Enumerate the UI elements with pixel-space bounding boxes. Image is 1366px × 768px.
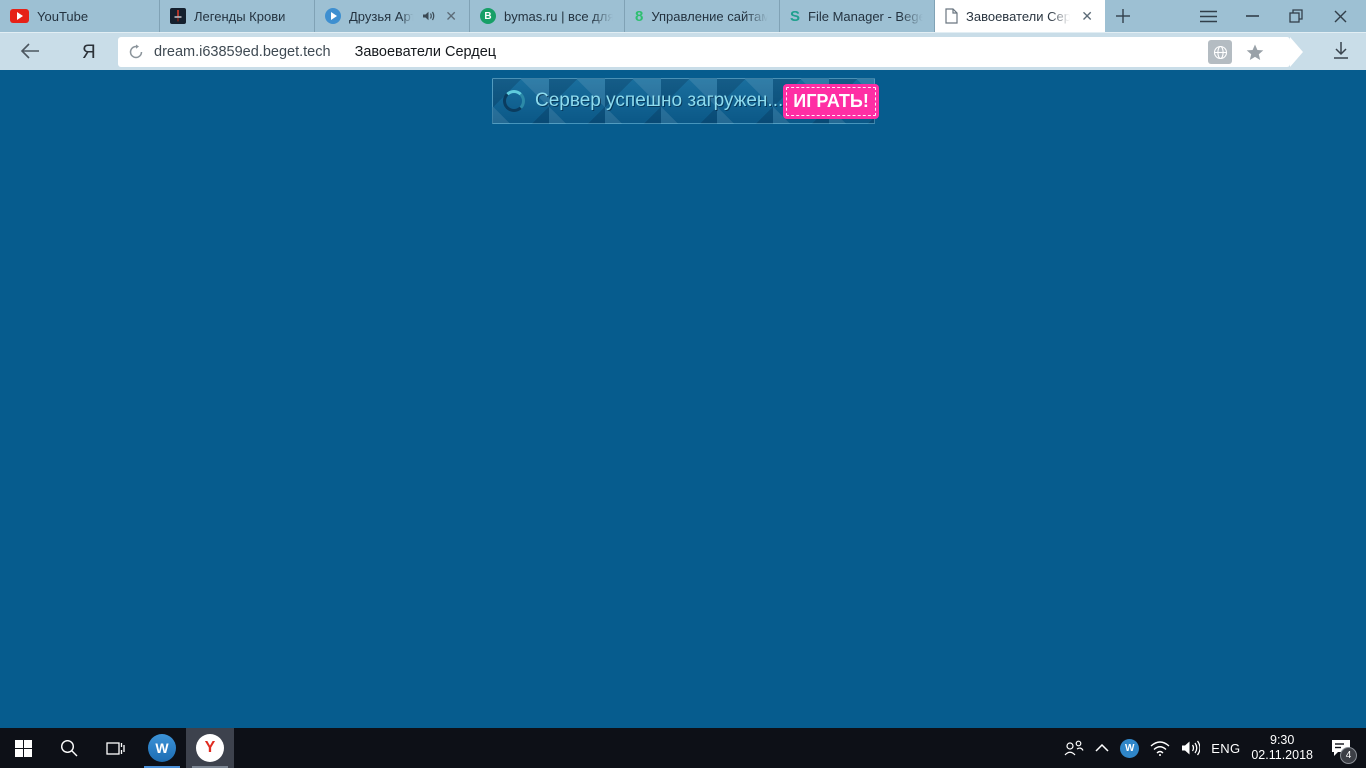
wifi-icon[interactable] [1150,741,1170,756]
youtube-icon [10,9,29,23]
site-mode-globe-icon[interactable] [1208,40,1232,64]
minimize-button[interactable] [1230,0,1274,32]
windscribe-icon: W [148,734,176,762]
beget-8-icon: 8 [635,9,643,24]
volume-icon[interactable] [1181,740,1200,756]
browser-tab-strip: YouTube Легенды Крови Друзья Артём ✕ B b… [0,0,1366,32]
taskbar-tray: W ENG 9:30 02.11.2018 4 [1064,728,1366,768]
tab-druzya-artem[interactable]: Друзья Артём ✕ [315,0,470,32]
refresh-icon[interactable] [128,44,144,60]
sword-icon [170,8,186,24]
taskbar-app-yandex-browser[interactable]: Y [186,728,234,768]
server-status-banner: Сервер успешно загружен... ИГРАТЬ! [492,78,875,124]
bookmark-star-icon[interactable] [1246,44,1264,61]
people-icon[interactable] [1064,740,1084,756]
clock-time: 9:30 [1251,733,1313,748]
tab-legendy-krovi[interactable]: Легенды Крови [160,0,315,32]
tab-zavoevateli-serdets-active[interactable]: Завоеватели Сер ✕ [935,0,1105,32]
tab-file-manager[interactable]: S File Manager - Bege [780,0,935,32]
tab-audio-speaker-icon[interactable] [422,10,435,22]
tab-label: File Manager - Bege [808,9,924,24]
address-bar-actions [1208,40,1280,64]
tab-label: Легенды Крови [194,9,304,24]
windscribe-tray-icon[interactable]: W [1120,739,1139,758]
server-status-text: Сервер успешно загружен... [535,90,783,112]
tab-close-icon[interactable]: ✕ [1079,8,1095,24]
downloads-icon[interactable] [1332,41,1350,61]
new-tab-button[interactable] [1105,0,1141,32]
bymas-b-icon: B [480,8,496,24]
browser-toolbar: Я dream.i63859ed.beget.tech Завоеватели … [0,32,1366,70]
video-play-icon [325,8,341,24]
tab-label: Завоеватели Сер [966,9,1071,24]
restore-button[interactable] [1274,0,1318,32]
windows-taskbar: W Y W ENG 9:30 02.11.2018 4 [0,728,1366,768]
url-text: dream.i63859ed.beget.tech [154,44,331,60]
tab-label: Друзья Артём [349,9,414,24]
browser-menu-icon[interactable] [1186,0,1230,32]
start-button[interactable] [0,728,46,768]
web-page-content: Сервер успешно загружен... ИГРАТЬ! [0,70,1366,728]
yandex-logo[interactable]: Я [82,42,96,64]
tab-label: Управление сайтам [651,9,769,24]
tab-youtube[interactable]: YouTube [0,0,160,32]
tab-close-icon[interactable]: ✕ [443,8,459,24]
taskbar-app-windscribe[interactable]: W [138,728,186,768]
sprut-s-icon: S [790,9,800,24]
page-document-icon [945,8,958,24]
task-view-icon[interactable] [92,728,138,768]
page-title: Завоеватели Сердец [355,44,497,60]
notification-count-badge: 4 [1340,747,1357,764]
tray-expand-chevron-icon[interactable] [1095,744,1109,752]
language-indicator[interactable]: ENG [1211,741,1240,756]
address-bar[interactable]: dream.i63859ed.beget.tech Завоеватели Се… [118,37,1290,67]
back-button-icon[interactable] [20,42,40,60]
tab-label: YouTube [37,9,149,24]
tab-label: bymas.ru | все для ва [504,9,614,24]
play-button[interactable]: ИГРАТЬ! [783,84,879,119]
search-icon[interactable] [46,728,92,768]
loading-spinner-icon [503,90,525,112]
action-center-icon[interactable]: 4 [1324,728,1358,768]
clock-date: 02.11.2018 [1251,748,1313,763]
tab-upravlenie-saytami[interactable]: 8 Управление сайтам [625,0,780,32]
yandex-browser-icon: Y [196,734,224,762]
close-window-button[interactable] [1318,0,1362,32]
tab-bymas[interactable]: B bymas.ru | все для ва [470,0,625,32]
clock[interactable]: 9:30 02.11.2018 [1251,733,1313,763]
window-controls [1186,0,1366,32]
